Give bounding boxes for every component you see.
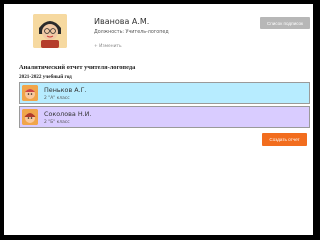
student-avatar-icon [22,109,38,125]
teacher-position: Должность: Учитель-логопед [94,30,169,35]
student-name: Соколова Н.И. [44,110,92,118]
create-report-button[interactable]: Создать отчет [262,133,307,146]
report-year: 2021-2022 учебный год [19,74,72,80]
student-card[interactable]: Соколова Н.И. 2 "Б" класс [19,106,310,128]
student-card[interactable]: Пеньков А.Г. 2 "А" класс [19,82,310,104]
report-title: Аналитический отчет учителя-логопеда [19,64,136,71]
page: Иванова А.М. Должность: Учитель-логопед … [4,4,313,235]
student-class: 2 "Б" класс [44,120,70,125]
students-list-button[interactable]: Список подписок [260,17,310,29]
student-avatar-icon [22,85,38,101]
teacher-avatar [33,14,67,48]
teacher-name: Иванова А.М. [94,17,150,26]
change-link[interactable]: + Изменить [94,44,122,49]
student-class: 2 "А" класс [44,96,70,101]
student-name: Пеньков А.Г. [44,86,87,94]
